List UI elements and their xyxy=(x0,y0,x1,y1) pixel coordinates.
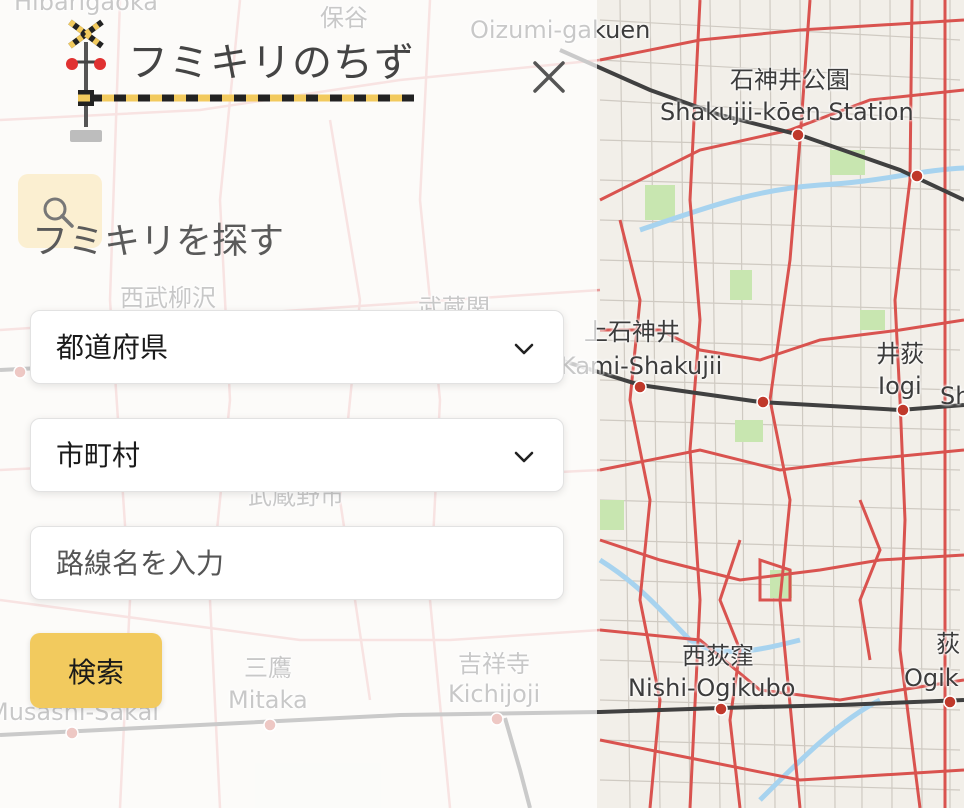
search-button[interactable]: 検索 xyxy=(30,633,162,708)
prefecture-select[interactable]: 都道府県 xyxy=(30,310,564,384)
prefecture-select-label: 都道府県 xyxy=(56,331,169,364)
close-icon xyxy=(533,61,565,93)
line-name-field xyxy=(30,526,564,600)
chevron-down-icon xyxy=(514,343,534,355)
section-title: フミキリを探す xyxy=(32,221,285,262)
city-select[interactable]: 市町村 xyxy=(30,418,564,492)
app-logo-text: フミキリのちず xyxy=(128,40,415,86)
search-panel: フミキリのちず フミキリを探す 都道府県 市町村 検索 xyxy=(0,0,597,808)
line-name-input[interactable] xyxy=(31,527,563,599)
chevron-down-icon xyxy=(514,451,534,463)
close-panel-button[interactable] xyxy=(527,55,571,99)
city-select-label: 市町村 xyxy=(56,439,141,472)
